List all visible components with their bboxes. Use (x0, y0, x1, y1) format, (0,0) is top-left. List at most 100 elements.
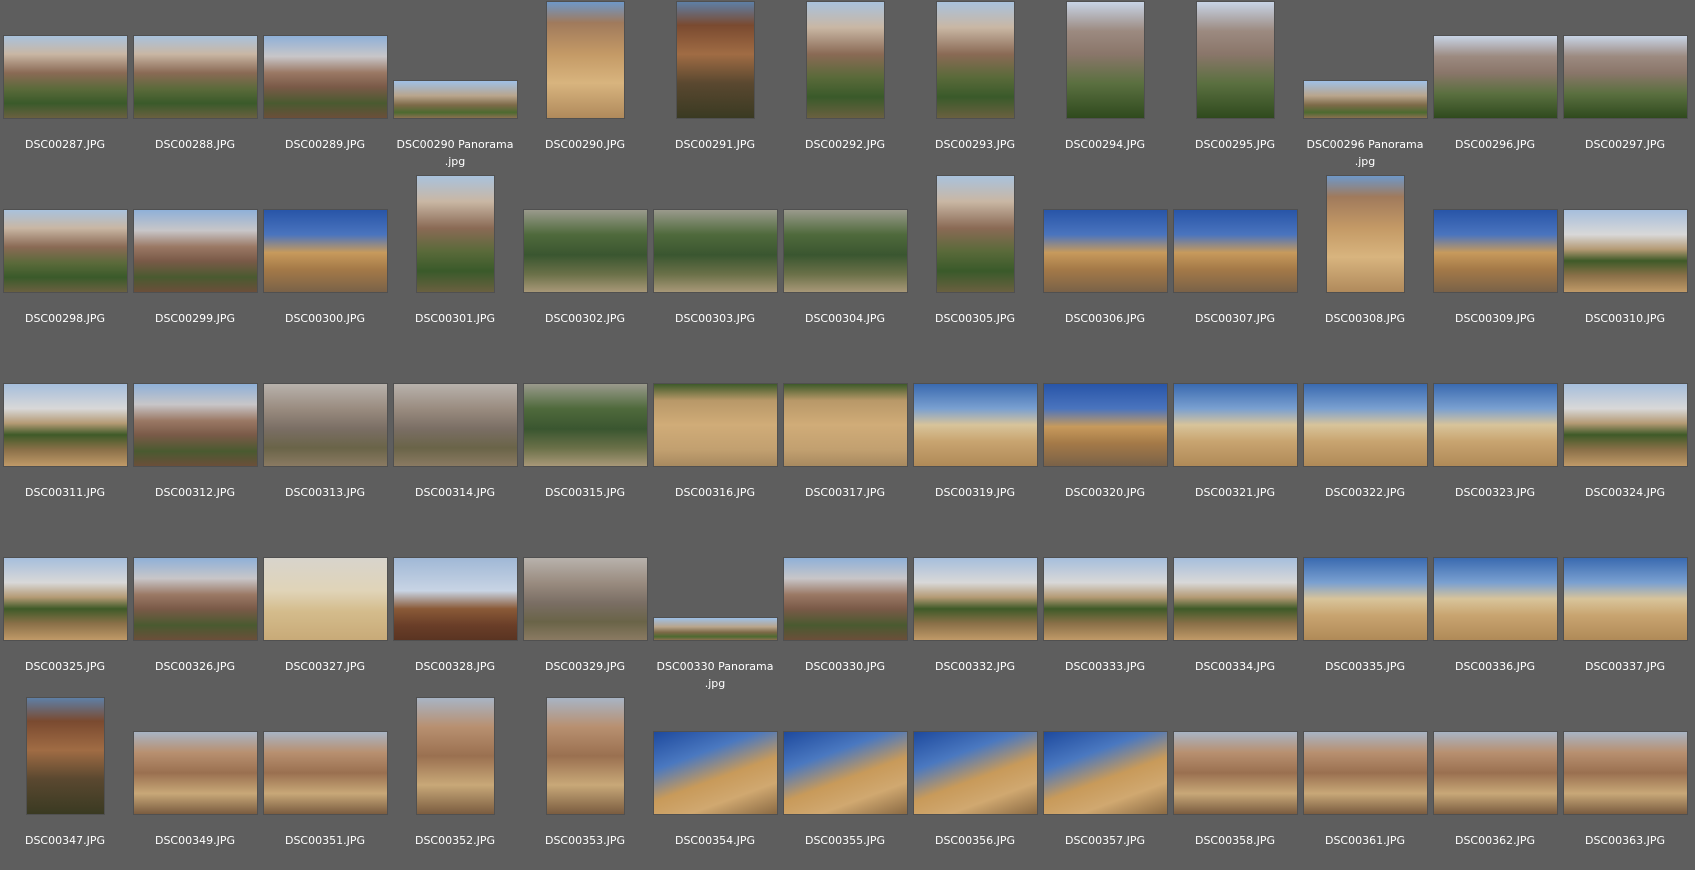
thumbnail-item[interactable]: DSC00362.JPG (1430, 696, 1560, 870)
thumbnail-item[interactable]: DSC00334.JPG (1170, 522, 1300, 696)
thumbnail-item[interactable]: DSC00288.JPG (130, 0, 260, 174)
thumbnail-image[interactable] (1173, 558, 1297, 640)
thumbnail-item[interactable]: DSC00349.JPG (130, 696, 260, 870)
thumbnail-image[interactable] (1173, 384, 1297, 466)
thumbnail-image[interactable] (1043, 384, 1167, 466)
thumbnail-item[interactable]: DSC00352.JPG (390, 696, 520, 870)
thumbnail-item[interactable]: DSC00320.JPG (1040, 348, 1170, 522)
thumbnail-image[interactable] (1043, 732, 1167, 814)
thumbnail-item[interactable]: DSC00353.JPG (520, 696, 650, 870)
thumbnail-item[interactable]: DSC00324.JPG (1560, 348, 1690, 522)
thumbnail-image[interactable] (1433, 210, 1557, 292)
thumbnail-image[interactable] (133, 384, 257, 466)
thumbnail-item[interactable]: DSC00323.JPG (1430, 348, 1560, 522)
thumbnail-item[interactable]: DSC00296.JPG (1430, 0, 1560, 174)
thumbnail-image[interactable] (1303, 732, 1427, 814)
thumbnail-item[interactable]: DSC00355.JPG (780, 696, 910, 870)
thumbnail-image[interactable] (1173, 210, 1297, 292)
thumbnail-image[interactable] (1043, 558, 1167, 640)
thumbnail-item[interactable]: DSC00327.JPG (260, 522, 390, 696)
thumbnail-item[interactable]: DSC00347.JPG (0, 696, 130, 870)
thumbnail-image[interactable] (3, 384, 127, 466)
thumbnail-item[interactable]: DSC00303.JPG (650, 174, 780, 348)
thumbnail-image[interactable] (263, 732, 387, 814)
thumbnail-image[interactable] (523, 558, 647, 640)
thumbnail-image[interactable] (133, 558, 257, 640)
thumbnail-item[interactable]: DSC00302.JPG (520, 174, 650, 348)
thumbnail-image[interactable] (676, 2, 754, 118)
thumbnail-item[interactable]: DSC00330.JPG (780, 522, 910, 696)
thumbnail-image[interactable] (1433, 558, 1557, 640)
thumbnail-image[interactable] (806, 2, 884, 118)
thumbnail-image[interactable] (523, 384, 647, 466)
thumbnail-image[interactable] (783, 558, 907, 640)
thumbnail-item[interactable]: DSC00309.JPG (1430, 174, 1560, 348)
thumbnail-item[interactable]: DSC00299.JPG (130, 174, 260, 348)
thumbnail-image[interactable] (1563, 36, 1687, 118)
thumbnail-image[interactable] (1326, 176, 1404, 292)
thumbnail-item[interactable]: DSC00300.JPG (260, 174, 390, 348)
thumbnail-image[interactable] (653, 618, 777, 640)
thumbnail-item[interactable]: DSC00361.JPG (1300, 696, 1430, 870)
thumbnail-image[interactable] (393, 81, 517, 118)
thumbnail-image[interactable] (1043, 210, 1167, 292)
thumbnail-image[interactable] (653, 210, 777, 292)
thumbnail-item[interactable]: DSC00316.JPG (650, 348, 780, 522)
thumbnail-image[interactable] (1066, 2, 1144, 118)
thumbnail-item[interactable]: DSC00297.JPG (1560, 0, 1690, 174)
thumbnail-image[interactable] (133, 36, 257, 118)
thumbnail-image[interactable] (936, 2, 1014, 118)
thumbnail-item[interactable]: DSC00307.JPG (1170, 174, 1300, 348)
thumbnail-image[interactable] (26, 698, 104, 814)
thumbnail-item[interactable]: DSC00315.JPG (520, 348, 650, 522)
thumbnail-image[interactable] (936, 176, 1014, 292)
thumbnail-image[interactable] (1303, 81, 1427, 118)
thumbnail-image[interactable] (913, 384, 1037, 466)
thumbnail-item[interactable]: DSC00332.JPG (910, 522, 1040, 696)
thumbnail-image[interactable] (783, 210, 907, 292)
thumbnail-item[interactable]: DSC00314.JPG (390, 348, 520, 522)
thumbnail-item[interactable]: DSC00305.JPG (910, 174, 1040, 348)
thumbnail-image[interactable] (416, 176, 494, 292)
thumbnail-image[interactable] (3, 210, 127, 292)
thumbnail-item[interactable]: DSC00290.JPG (520, 0, 650, 174)
thumbnail-item[interactable]: DSC00301.JPG (390, 174, 520, 348)
thumbnail-image[interactable] (653, 732, 777, 814)
thumbnail-image[interactable] (1563, 210, 1687, 292)
thumbnail-image[interactable] (1173, 732, 1297, 814)
thumbnail-item[interactable]: DSC00290 Panorama .jpg (390, 0, 520, 174)
thumbnail-image[interactable] (263, 384, 387, 466)
thumbnail-image[interactable] (3, 558, 127, 640)
thumbnail-item[interactable]: DSC00328.JPG (390, 522, 520, 696)
thumbnail-image[interactable] (913, 558, 1037, 640)
thumbnail-item[interactable]: DSC00335.JPG (1300, 522, 1430, 696)
thumbnail-item[interactable]: DSC00325.JPG (0, 522, 130, 696)
thumbnail-item[interactable]: DSC00294.JPG (1040, 0, 1170, 174)
thumbnail-image[interactable] (393, 558, 517, 640)
thumbnail-item[interactable]: DSC00358.JPG (1170, 696, 1300, 870)
thumbnail-image[interactable] (263, 558, 387, 640)
thumbnail-item[interactable]: DSC00312.JPG (130, 348, 260, 522)
thumbnail-item[interactable]: DSC00330 Panorama .jpg (650, 522, 780, 696)
thumbnail-item[interactable]: DSC00319.JPG (910, 348, 1040, 522)
thumbnail-item[interactable]: DSC00329.JPG (520, 522, 650, 696)
thumbnail-item[interactable]: DSC00298.JPG (0, 174, 130, 348)
thumbnail-image[interactable] (1563, 558, 1687, 640)
thumbnail-item[interactable]: DSC00317.JPG (780, 348, 910, 522)
thumbnail-item[interactable]: DSC00296 Panorama .jpg (1300, 0, 1430, 174)
thumbnail-item[interactable]: DSC00306.JPG (1040, 174, 1170, 348)
thumbnail-item[interactable]: DSC00287.JPG (0, 0, 130, 174)
thumbnail-image[interactable] (133, 210, 257, 292)
thumbnail-item[interactable]: DSC00351.JPG (260, 696, 390, 870)
thumbnail-item[interactable]: DSC00354.JPG (650, 696, 780, 870)
thumbnail-image[interactable] (1433, 36, 1557, 118)
thumbnail-item[interactable]: DSC00291.JPG (650, 0, 780, 174)
thumbnail-image[interactable] (783, 732, 907, 814)
thumbnail-image[interactable] (1433, 732, 1557, 814)
thumbnail-image[interactable] (1563, 732, 1687, 814)
thumbnail-item[interactable]: DSC00310.JPG (1560, 174, 1690, 348)
thumbnail-item[interactable]: DSC00304.JPG (780, 174, 910, 348)
thumbnail-image[interactable] (393, 384, 517, 466)
thumbnail-item[interactable]: DSC00308.JPG (1300, 174, 1430, 348)
thumbnail-item[interactable]: DSC00293.JPG (910, 0, 1040, 174)
